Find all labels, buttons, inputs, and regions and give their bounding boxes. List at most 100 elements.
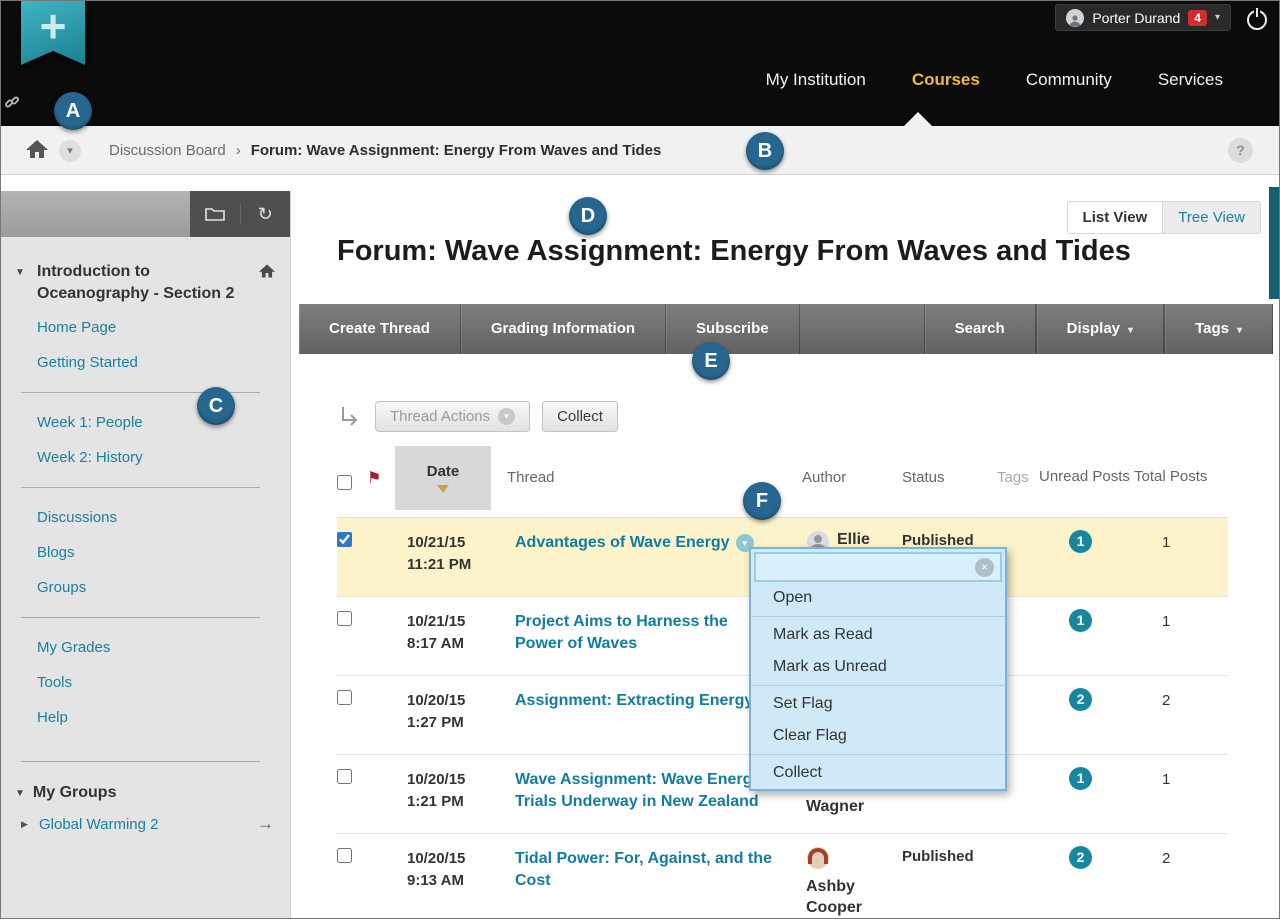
author-column-header: Author <box>802 469 902 486</box>
my-groups-header[interactable]: ▼ My Groups <box>1 774 290 808</box>
total-posts: 2 <box>1134 676 1228 754</box>
unread-posts-badge[interactable]: 2 <box>1069 688 1092 711</box>
select-all-checkbox[interactable] <box>337 461 367 494</box>
sidebar-divider <box>21 761 260 762</box>
course-menu-sidebar: ↻ ▼ Introduction to Oceanography - Secti… <box>1 191 291 918</box>
total-posts-column-header: Total Posts <box>1134 468 1228 487</box>
sidebar-item-tools[interactable]: Tools <box>1 665 290 700</box>
action-bar: Create Thread Grading Information Subscr… <box>299 304 1273 354</box>
sidebar-item-blogs[interactable]: Blogs <box>1 535 290 570</box>
unread-posts-badge[interactable]: 1 <box>1069 767 1092 790</box>
display-menu-button[interactable]: Display▾ <box>1036 304 1164 354</box>
sidebar-item-week1-people[interactable]: Week 1: People <box>1 405 290 440</box>
annotation-a: A <box>54 92 92 130</box>
sidebar-item-discussions[interactable]: Discussions <box>1 500 290 535</box>
row-checkbox[interactable] <box>337 518 367 596</box>
panel-edge <box>1269 187 1279 299</box>
nav-services[interactable]: Services <box>1158 70 1223 90</box>
sidebar-toolbar: ↻ <box>1 191 290 237</box>
home-icon[interactable] <box>25 138 49 160</box>
menu-item-mark-as-read[interactable]: Mark as Read <box>751 619 1005 651</box>
thread-actions-button[interactable]: Thread Actions ▾ <box>375 401 530 432</box>
notification-badge[interactable]: 4 <box>1188 10 1207 26</box>
add-module-tab[interactable]: + <box>21 1 85 65</box>
annotation-c: C <box>197 387 235 425</box>
chevron-down-icon: ▾ <box>1128 325 1133 336</box>
create-thread-button[interactable]: Create Thread <box>299 304 461 354</box>
course-title[interactable]: Introduction to Oceanography - Section 2 <box>37 261 250 304</box>
logout-power-icon[interactable] <box>1247 10 1267 30</box>
close-icon[interactable]: × <box>975 558 994 577</box>
context-menu-header: × <box>754 552 1002 582</box>
grading-information-button[interactable]: Grading Information <box>461 304 666 354</box>
sidebar-item-week2-history[interactable]: Week 2: History <box>1 440 290 475</box>
nav-courses[interactable]: Courses <box>912 70 980 90</box>
open-group-arrow-icon[interactable]: → <box>257 814 274 834</box>
search-button[interactable]: Search <box>924 304 1036 354</box>
breadcrumb-bar: ▾ Discussion Board › Forum: Wave Assignm… <box>1 126 1279 175</box>
row-flag-cell <box>367 834 395 919</box>
sidebar-item-my-grades[interactable]: My Grades <box>1 630 290 665</box>
collect-button[interactable]: Collect <box>542 401 618 432</box>
unread-posts-badge[interactable]: 1 <box>1069 609 1092 632</box>
menu-item-mark-as-unread[interactable]: Mark as Unread <box>751 651 1005 683</box>
row-checkbox[interactable] <box>337 597 367 675</box>
user-avatar <box>1066 9 1084 27</box>
annotation-f: F <box>743 482 781 520</box>
tags-cell <box>997 834 1039 919</box>
thread-title-link[interactable]: Tidal Power: For, Against, and the Cost <box>507 834 802 919</box>
menu-divider <box>751 754 1005 755</box>
row-checkbox[interactable] <box>337 834 367 919</box>
row-flag-cell <box>367 755 395 833</box>
thread-author: Ashby Cooper <box>802 834 902 919</box>
user-name: Porter Durand <box>1092 10 1180 26</box>
total-posts: 1 <box>1134 597 1228 675</box>
nav-community[interactable]: Community <box>1026 70 1112 90</box>
thread-date: 10/20/159:13 AM <box>395 834 507 919</box>
thread-tools-row: Thread Actions ▾ Collect <box>337 401 618 432</box>
row-checkbox[interactable] <box>337 676 367 754</box>
sidebar-item-global-warming-2[interactable]: ▶ Global Warming 2 → <box>1 808 290 841</box>
subscribe-button[interactable]: Subscribe <box>666 304 800 354</box>
thread-title-link[interactable]: Advantages of Wave Energy <box>515 534 730 551</box>
sidebar-item-help[interactable]: Help <box>1 700 290 735</box>
help-icon[interactable]: ? <box>1228 138 1253 163</box>
breadcrumb-root[interactable]: Discussion Board <box>109 142 226 159</box>
nav-my-institution[interactable]: My Institution <box>766 70 866 90</box>
user-menu[interactable]: Porter Durand 4 ▾ <box>1055 4 1231 31</box>
row-checkbox[interactable] <box>337 755 367 833</box>
breadcrumb: Discussion Board › Forum: Wave Assignmen… <box>109 126 661 174</box>
chevron-down-icon: ▾ <box>498 408 515 425</box>
blackboard-app: + Porter Durand 4 ▾ My Institution Cours… <box>0 0 1280 919</box>
plus-icon: + <box>40 0 67 53</box>
thread-date: 10/21/158:17 AM <box>395 597 507 675</box>
chevron-down-icon: ▾ <box>1215 12 1220 23</box>
sidebar-divider <box>21 617 260 618</box>
tags-menu-button[interactable]: Tags▾ <box>1164 304 1273 354</box>
list-view-tab[interactable]: List View <box>1068 202 1164 233</box>
menu-item-set-flag[interactable]: Set Flag <box>751 688 1005 720</box>
link-icon <box>4 94 20 110</box>
annotation-e: E <box>692 342 730 380</box>
course-header: ▼ Introduction to Oceanography - Section… <box>1 237 290 310</box>
menu-item-open[interactable]: Open <box>751 582 1005 614</box>
course-home-icon[interactable] <box>258 263 276 279</box>
date-column-header[interactable]: Date <box>395 446 491 510</box>
menu-item-collect[interactable]: Collect <box>751 757 1005 789</box>
tree-view-tab[interactable]: Tree View <box>1163 202 1260 233</box>
elbow-arrow-icon <box>337 404 363 430</box>
breadcrumb-expand-icon[interactable]: ▾ <box>59 140 81 162</box>
sidebar-item-getting-started[interactable]: Getting Started <box>1 345 290 380</box>
annotation-d: D <box>569 197 607 235</box>
unread-posts-badge[interactable]: 2 <box>1069 846 1092 869</box>
menu-item-clear-flag[interactable]: Clear Flag <box>751 720 1005 752</box>
status-column-header: Status <box>902 469 997 486</box>
collapse-caret-icon[interactable]: ▼ <box>15 267 25 278</box>
refresh-icon[interactable]: ↻ <box>240 204 289 225</box>
unread-posts-badge[interactable]: 1 <box>1069 530 1092 553</box>
folder-view-icon[interactable] <box>191 206 240 222</box>
sidebar-item-groups[interactable]: Groups <box>1 570 290 605</box>
thread-context-menu: × Open Mark as Read Mark as Unread Set F… <box>749 547 1007 791</box>
thread-date: 10/20/151:21 PM <box>395 755 507 833</box>
sidebar-item-home-page[interactable]: Home Page <box>1 310 290 345</box>
